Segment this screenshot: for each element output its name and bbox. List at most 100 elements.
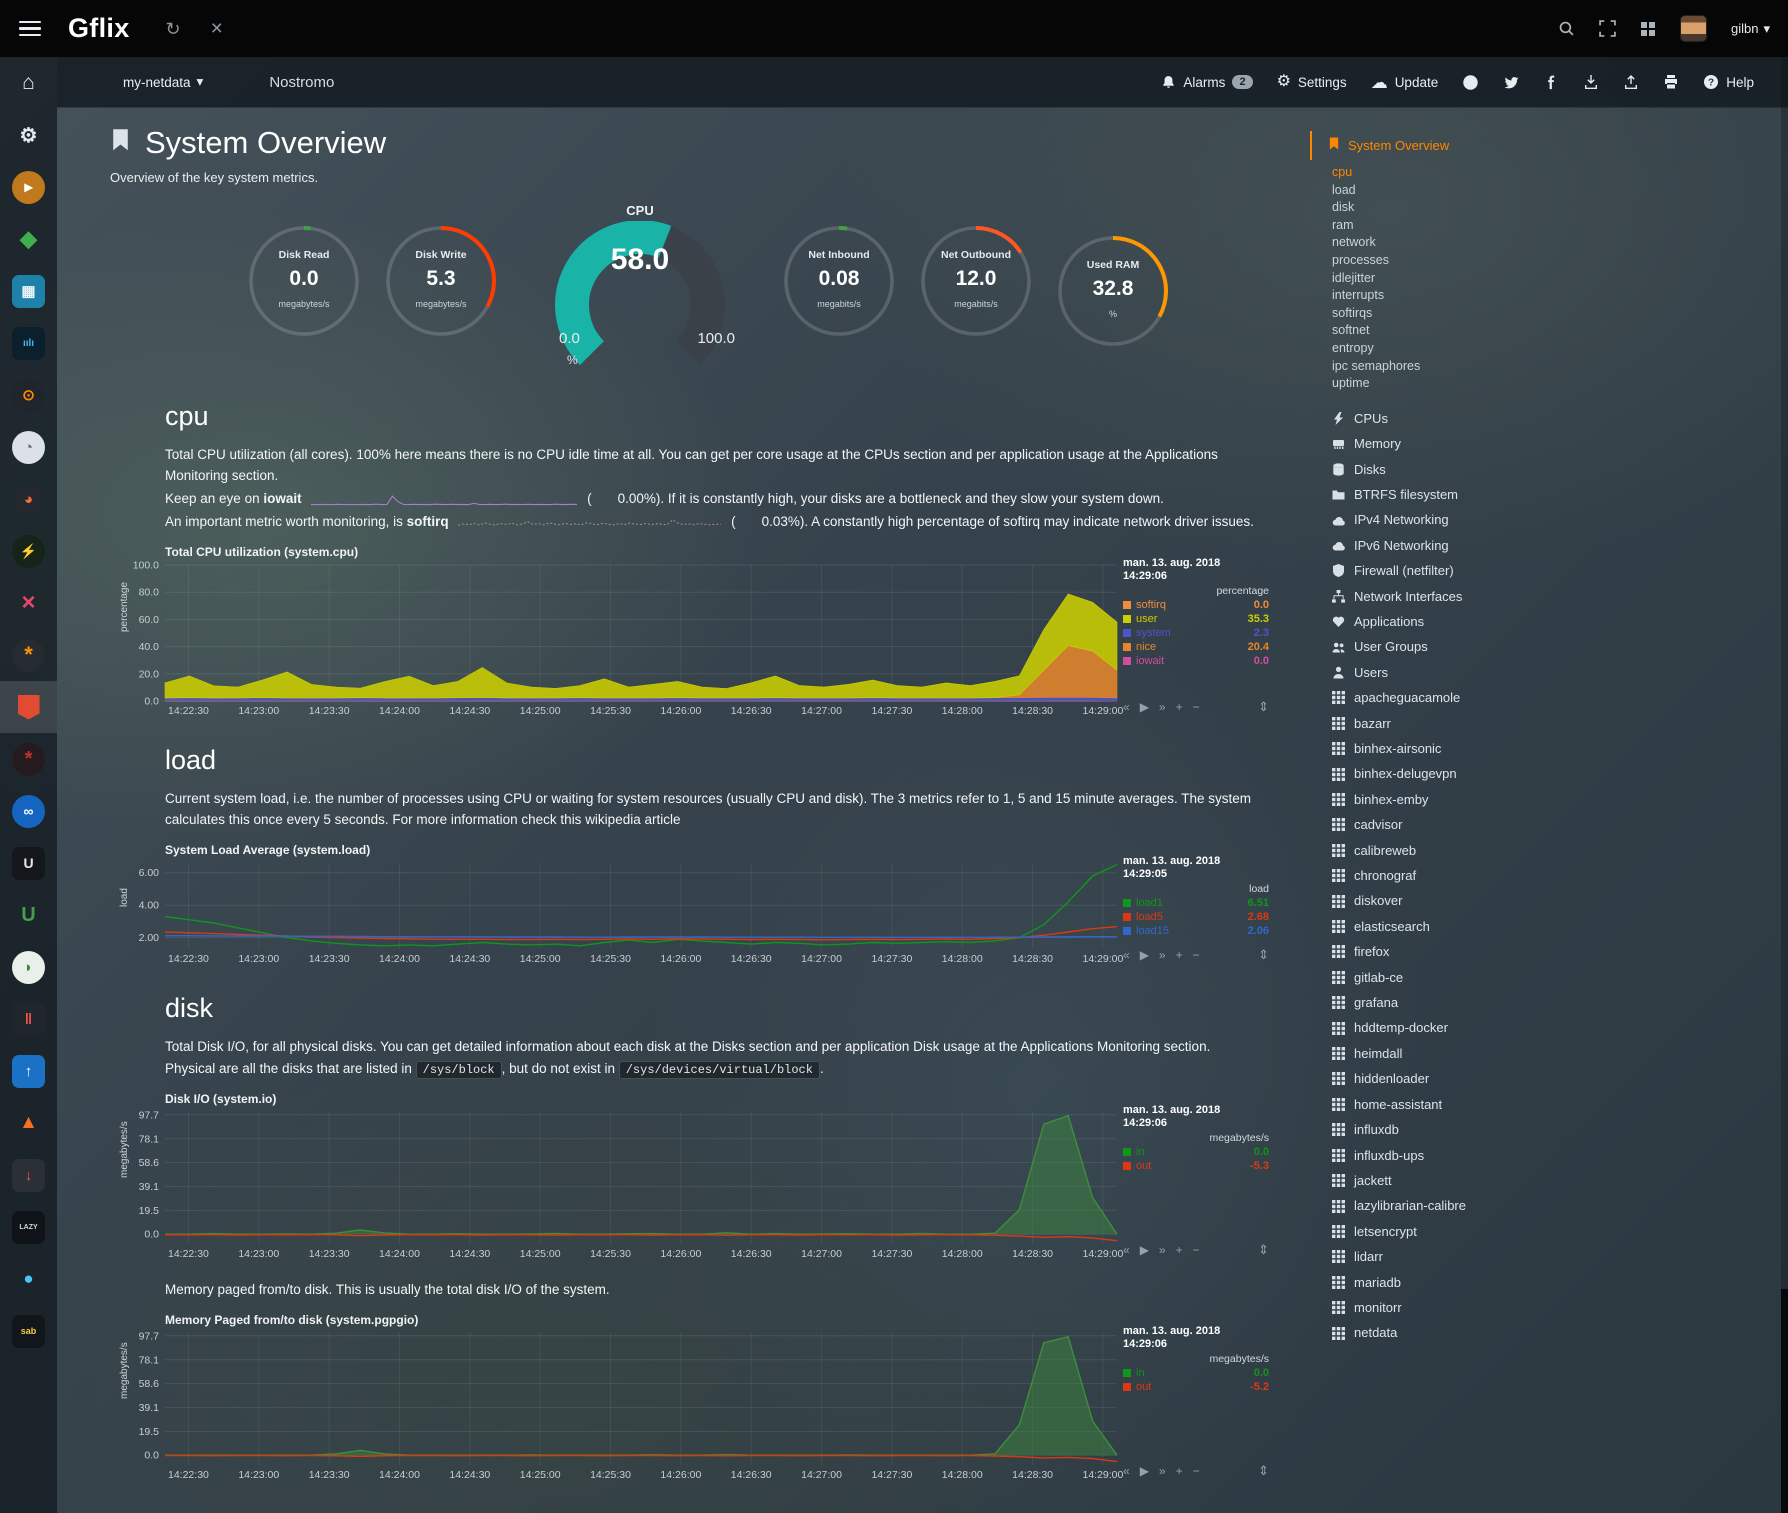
chart-pan-left-icon[interactable]: « xyxy=(1123,948,1130,962)
toc-container-influxdb-ups[interactable]: influxdb-ups xyxy=(1332,1143,1788,1168)
download-snapshot-icon[interactable] xyxy=(1583,74,1599,90)
chart-pan-right-icon[interactable]: » xyxy=(1159,700,1166,714)
app-gitlab-icon[interactable]: ▲ xyxy=(0,1097,57,1149)
settings-button[interactable]: ⚙Settings xyxy=(1277,74,1347,90)
chart-zoom-out-icon[interactable]: − xyxy=(1193,1243,1200,1257)
chart-resize-icon[interactable]: ⇕ xyxy=(1258,1242,1269,1258)
toc-section-disks[interactable]: Disks xyxy=(1332,457,1788,482)
chart-zoom-in-icon[interactable]: + xyxy=(1176,1464,1183,1478)
app-soundwave-icon[interactable]: ıılı xyxy=(0,317,57,369)
legend-item-iowait[interactable]: iowait0.0 xyxy=(1123,655,1269,667)
toc-subitem-load[interactable]: load xyxy=(1332,182,1788,200)
legend-item-out[interactable]: out-5.3 xyxy=(1123,1160,1269,1172)
chart-pan-left-icon[interactable]: « xyxy=(1123,1464,1130,1478)
legend-item-load1[interactable]: load16.51 xyxy=(1123,897,1269,909)
toc-item-system-overview[interactable]: System Overview xyxy=(1310,131,1788,160)
toc-container-cadvisor[interactable]: cadvisor xyxy=(1332,812,1788,837)
update-button[interactable]: ☁Update xyxy=(1371,74,1439,91)
toc-container-elasticsearch[interactable]: elasticsearch xyxy=(1332,914,1788,939)
refresh-icon[interactable]: ↻ xyxy=(166,20,181,38)
home-icon[interactable]: ⌂ xyxy=(0,57,57,109)
app-red-cluster-icon[interactable]: * xyxy=(0,733,57,785)
toc-subitem-softnet[interactable]: softnet xyxy=(1332,322,1788,340)
softirq-sparkline[interactable] xyxy=(457,515,722,530)
toc-subitem-processes[interactable]: processes xyxy=(1332,252,1788,270)
app-pink-x-icon[interactable]: × xyxy=(0,577,57,629)
legend-item-out[interactable]: out-5.2 xyxy=(1123,1381,1269,1393)
toc-container-diskover[interactable]: diskover xyxy=(1332,888,1788,913)
toc-container-mariadb[interactable]: mariadb xyxy=(1332,1270,1788,1295)
settings-gear-icon[interactable]: ⚙ xyxy=(0,109,57,161)
toc-container-apacheguacamole[interactable]: apacheguacamole xyxy=(1332,685,1788,710)
toc-container-binhex-emby[interactable]: binhex-emby xyxy=(1332,787,1788,812)
toc-subitem-interrupts[interactable]: interrupts xyxy=(1332,287,1788,305)
chart-resize-icon[interactable]: ⇕ xyxy=(1258,699,1269,715)
toc-section-network-interfaces[interactable]: Network Interfaces xyxy=(1332,584,1788,609)
gauge-disk-read[interactable]: Disk Read0.0megabytes/s xyxy=(238,221,370,361)
app-lightning-icon[interactable]: ⚡ xyxy=(0,525,57,577)
toc-container-bazarr[interactable]: bazarr xyxy=(1332,711,1788,736)
legend-item-softirq[interactable]: softirq0.0 xyxy=(1123,599,1269,611)
toc-section-cpus[interactable]: CPUs xyxy=(1332,406,1788,431)
facebook-icon[interactable] xyxy=(1544,75,1559,90)
toc-subitem-network[interactable]: network xyxy=(1332,234,1788,252)
chart-resize-icon[interactable]: ⇕ xyxy=(1258,947,1269,963)
toc-section-ipv6-networking[interactable]: IPv6 Networking xyxy=(1332,533,1788,558)
app-red-down-icon[interactable]: ↓ xyxy=(0,1149,57,1201)
toc-subitem-uptime[interactable]: uptime xyxy=(1332,375,1788,393)
toc-subitem-idlejitter[interactable]: idlejitter xyxy=(1332,270,1788,288)
toc-container-hddtemp-docker[interactable]: hddtemp-docker xyxy=(1332,1015,1788,1040)
help-button[interactable]: ? Help xyxy=(1703,74,1754,90)
legend-item-load15[interactable]: load152.06 xyxy=(1123,925,1269,937)
toc-subitem-entropy[interactable]: entropy xyxy=(1332,340,1788,358)
page-scrollbar[interactable] xyxy=(1781,57,1788,1513)
alarms-button[interactable]: Alarms 2 xyxy=(1161,75,1252,90)
gauge-cpu[interactable]: CPU58.00.0100.0% xyxy=(533,207,747,375)
toc-section-users[interactable]: Users xyxy=(1332,660,1788,685)
app-grey-circle-icon[interactable]: ◔ xyxy=(0,421,57,473)
gauge-net-outbound[interactable]: Net Outbound12.0megabits/s xyxy=(910,221,1042,361)
toc-container-grafana[interactable]: grafana xyxy=(1332,990,1788,1015)
app-netdata-shield-icon[interactable] xyxy=(0,681,57,733)
search-icon[interactable] xyxy=(1558,20,1575,37)
chart-zoom-out-icon[interactable]: − xyxy=(1193,1464,1200,1478)
avatar[interactable] xyxy=(1680,15,1707,42)
upload-snapshot-icon[interactable] xyxy=(1623,74,1639,90)
toc-subitem-disk[interactable]: disk xyxy=(1332,199,1788,217)
toc-container-jackett[interactable]: jackett xyxy=(1332,1168,1788,1193)
toc-container-letsencrypt[interactable]: letsencrypt xyxy=(1332,1219,1788,1244)
app-blue-infinity-icon[interactable]: ∞ xyxy=(0,785,57,837)
chart-play-icon[interactable]: ▶ xyxy=(1140,1464,1149,1478)
legend-item-nice[interactable]: nice20.4 xyxy=(1123,641,1269,653)
chart-pan-left-icon[interactable]: « xyxy=(1123,1243,1130,1257)
toc-container-home-assistant[interactable]: home-assistant xyxy=(1332,1092,1788,1117)
load-chart-canvas[interactable]: 14:22:3014:23:0014:23:3014:24:0014:24:30… xyxy=(117,859,1123,967)
toc-container-chronograf[interactable]: chronograf xyxy=(1332,863,1788,888)
hamburger-menu-icon[interactable] xyxy=(19,17,41,41)
fullscreen-icon[interactable] xyxy=(1599,20,1616,37)
toc-section-ipv4-networking[interactable]: IPv4 Networking xyxy=(1332,507,1788,532)
scrollbar-thumb[interactable] xyxy=(1781,1289,1788,1513)
app-pills-icon[interactable]: ‖ xyxy=(0,993,57,1045)
gauge-net-inbound[interactable]: Net Inbound0.08megabits/s xyxy=(773,221,905,361)
toc-container-binhex-delugevpn[interactable]: binhex-delugevpn xyxy=(1332,761,1788,786)
toc-container-influxdb[interactable]: influxdb xyxy=(1332,1117,1788,1142)
toc-container-hiddenloader[interactable]: hiddenloader xyxy=(1332,1066,1788,1091)
close-tab-icon[interactable]: × xyxy=(211,18,223,39)
chart-play-icon[interactable]: ▶ xyxy=(1140,1243,1149,1257)
chart-zoom-out-icon[interactable]: − xyxy=(1193,700,1200,714)
app-sabnzbd-icon[interactable]: sab xyxy=(0,1305,57,1357)
toc-container-binhex-airsonic[interactable]: binhex-airsonic xyxy=(1332,736,1788,761)
app-green-diamond-icon[interactable]: ◆ xyxy=(0,213,57,265)
app-search-app-icon[interactable]: ⊙ xyxy=(0,369,57,421)
chart-zoom-in-icon[interactable]: + xyxy=(1176,948,1183,962)
chart-pan-right-icon[interactable]: » xyxy=(1159,1243,1166,1257)
app-blue-up-icon[interactable]: ↑ xyxy=(0,1045,57,1097)
toc-subitem-softirqs[interactable]: softirqs xyxy=(1332,305,1788,323)
iowait-sparkline[interactable] xyxy=(310,492,578,507)
twitter-icon[interactable] xyxy=(1503,74,1520,91)
gauge-used-ram[interactable]: Used RAM32.8% xyxy=(1047,231,1179,371)
app-dark-u-icon[interactable]: U xyxy=(0,837,57,889)
chart-play-icon[interactable]: ▶ xyxy=(1140,948,1149,962)
apps-grid-icon[interactable] xyxy=(1640,21,1656,37)
